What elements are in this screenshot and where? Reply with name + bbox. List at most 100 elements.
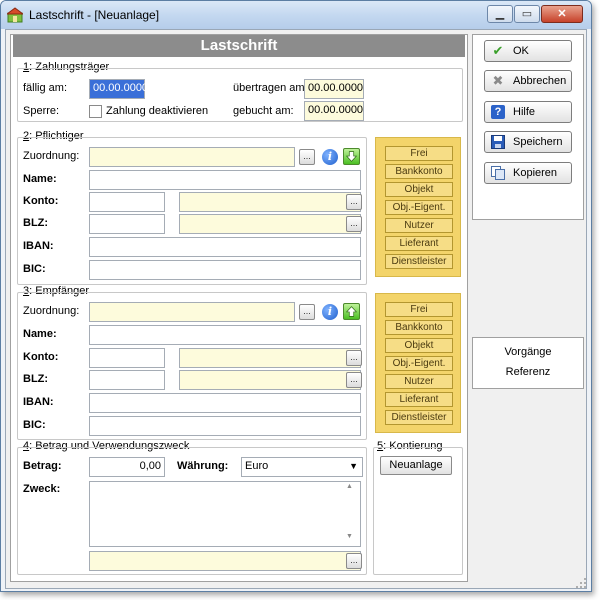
empfaenger-name-input[interactable] — [89, 325, 361, 345]
empfaenger-zuordnung-label: Zuordnung: — [23, 305, 80, 317]
zweck-browse-button[interactable]: ... — [346, 553, 362, 569]
maximize-button[interactable]: ▭ — [514, 5, 540, 23]
minimize-button[interactable]: ▁ — [487, 5, 513, 23]
gebucht-label: gebucht am: — [233, 105, 294, 117]
form-panel: Lastschrift 1: Zahlungsträger fällig am:… — [10, 34, 468, 582]
app-icon — [7, 7, 23, 23]
empfaenger-blz-bank-input[interactable] — [179, 370, 361, 390]
betrag-label: Betrag: — [23, 460, 62, 472]
scroll-up-icon[interactable]: ▲ — [346, 483, 353, 490]
pflichtiger-blz-bank-input[interactable] — [179, 214, 361, 234]
pflichtiger-type-obj-eigent[interactable]: Obj.-Eigent. — [385, 200, 453, 215]
abbrechen-button[interactable]: ✖ Abbrechen — [484, 70, 572, 92]
pflichtiger-blz-browse-button[interactable]: ... — [346, 216, 362, 232]
arrow-down-icon[interactable] — [343, 148, 360, 165]
empfaenger-konto-bank-input[interactable] — [179, 348, 361, 368]
resize-grip-icon[interactable] — [575, 577, 587, 589]
cancel-icon: ✖ — [492, 73, 504, 88]
empfaenger-type-obj-eigent[interactable]: Obj.-Eigent. — [385, 356, 453, 371]
ok-button[interactable]: ✔ OK — [484, 40, 572, 62]
pflichtiger-bic-input[interactable] — [89, 260, 361, 280]
minimize-icon: ▁ — [495, 8, 505, 20]
pflichtiger-bic-label: BIC: — [23, 263, 46, 275]
empfaenger-iban-input[interactable] — [89, 393, 361, 413]
pflichtiger-konto-bank-input[interactable] — [179, 192, 361, 212]
uebertragen-date-input[interactable]: 00.00.0000 — [304, 79, 364, 99]
speichern-button[interactable]: Speichern — [484, 131, 572, 153]
empfaenger-blz-input[interactable] — [89, 370, 165, 390]
empfaenger-bic-label: BIC: — [23, 419, 46, 431]
empfaenger-name-label: Name: — [23, 328, 57, 340]
betrag-input[interactable]: 0,00 — [89, 457, 165, 477]
empfaenger-iban-label: IBAN: — [23, 396, 54, 408]
pflichtiger-konto-label: Konto: — [23, 195, 59, 207]
pflichtiger-blz-input[interactable] — [89, 214, 165, 234]
pflichtiger-zuordnung-browse-button[interactable]: ... — [299, 149, 315, 165]
close-button[interactable]: ✕ — [541, 5, 583, 23]
title-bar: Lastschrift - [Neuanlage] ▁ ▭ ✕ — [1, 1, 591, 29]
zweck-label: Zweck: — [23, 483, 61, 495]
chevron-down-icon: ▼ — [349, 461, 358, 471]
pflichtiger-type-frei[interactable]: Frei — [385, 146, 453, 161]
zahlung-deaktivieren-label[interactable]: Zahlung deaktivieren — [106, 105, 208, 117]
form-title: Lastschrift — [200, 37, 278, 54]
dialog-window: Lastschrift - [Neuanlage] ▁ ▭ ✕ Lastschr… — [0, 0, 592, 592]
side-link-panel — [472, 337, 584, 389]
kopieren-button[interactable]: Kopieren — [484, 162, 572, 184]
client-area: Lastschrift 1: Zahlungsträger fällig am:… — [5, 29, 587, 589]
zweck-extra-input[interactable] — [89, 551, 361, 571]
faellig-date-input[interactable]: 00.00.0000 — [89, 79, 148, 99]
empfaenger-type-frei[interactable]: Frei — [385, 302, 453, 317]
info-icon[interactable]: i — [322, 304, 338, 320]
empfaenger-bic-input[interactable] — [89, 416, 361, 436]
copy-icon — [491, 166, 505, 180]
pflichtiger-name-label: Name: — [23, 173, 57, 185]
sperre-label: Sperre: — [23, 105, 60, 117]
close-icon: ✕ — [557, 8, 567, 20]
pflichtiger-konto-input[interactable] — [89, 192, 165, 212]
empfaenger-konto-input[interactable] — [89, 348, 165, 368]
gebucht-date-input[interactable]: 00.00.0000 — [304, 101, 364, 121]
zweck-textarea[interactable] — [89, 481, 361, 547]
empfaenger-type-objekt[interactable]: Objekt — [385, 338, 453, 353]
pflichtiger-konto-browse-button[interactable]: ... — [346, 194, 362, 210]
empfaenger-blz-label: BLZ: — [23, 373, 49, 385]
maximize-icon: ▭ — [521, 8, 533, 20]
pflichtiger-zuordnung-input[interactable] — [89, 147, 295, 167]
check-icon: ✔ — [492, 43, 504, 58]
uebertragen-label: übertragen am: — [233, 82, 308, 94]
scroll-down-icon[interactable]: ▼ — [346, 533, 353, 540]
pflichtiger-iban-input[interactable] — [89, 237, 361, 257]
waehrung-value: Euro — [245, 460, 269, 472]
faellig-label: fällig am: — [23, 82, 68, 94]
empfaenger-type-lieferant[interactable]: Lieferant — [385, 392, 453, 407]
info-icon[interactable]: i — [322, 149, 338, 165]
empfaenger-type-dienstleister[interactable]: Dienstleister — [385, 410, 453, 425]
save-icon — [491, 135, 505, 149]
empfaenger-zuordnung-input[interactable] — [89, 302, 295, 322]
pflichtiger-type-lieferant[interactable]: Lieferant — [385, 236, 453, 251]
help-icon: ? — [491, 105, 505, 119]
hilfe-button[interactable]: ? Hilfe — [484, 101, 572, 123]
empfaenger-type-panel: Frei Bankkonto Objekt Obj.-Eigent. Nutze… — [375, 293, 461, 433]
empfaenger-konto-browse-button[interactable]: ... — [346, 350, 362, 366]
pflichtiger-type-bankkonto[interactable]: Bankkonto — [385, 164, 453, 179]
pflichtiger-name-input[interactable] — [89, 170, 361, 190]
pflichtiger-zuordnung-label: Zuordnung: — [23, 150, 80, 162]
pflichtiger-type-dienstleister[interactable]: Dienstleister — [385, 254, 453, 269]
form-header: Lastschrift — [13, 35, 465, 57]
arrow-up-icon[interactable] — [343, 303, 360, 320]
zahlung-deaktivieren-checkbox[interactable] — [89, 105, 102, 118]
neuanlage-button[interactable]: Neuanlage — [380, 456, 452, 475]
empfaenger-type-nutzer[interactable]: Nutzer — [385, 374, 453, 389]
empfaenger-zuordnung-browse-button[interactable]: ... — [299, 304, 315, 320]
referenz-link[interactable]: Referenz — [472, 366, 584, 378]
pflichtiger-type-objekt[interactable]: Objekt — [385, 182, 453, 197]
waehrung-select[interactable]: Euro ▼ — [241, 457, 363, 477]
vorgaenge-link[interactable]: Vorgänge — [472, 346, 584, 358]
empfaenger-type-bankkonto[interactable]: Bankkonto — [385, 320, 453, 335]
empfaenger-konto-label: Konto: — [23, 351, 59, 363]
pflichtiger-type-nutzer[interactable]: Nutzer — [385, 218, 453, 233]
empfaenger-blz-browse-button[interactable]: ... — [346, 372, 362, 388]
pflichtiger-type-panel: Frei Bankkonto Objekt Obj.-Eigent. Nutze… — [375, 137, 461, 277]
